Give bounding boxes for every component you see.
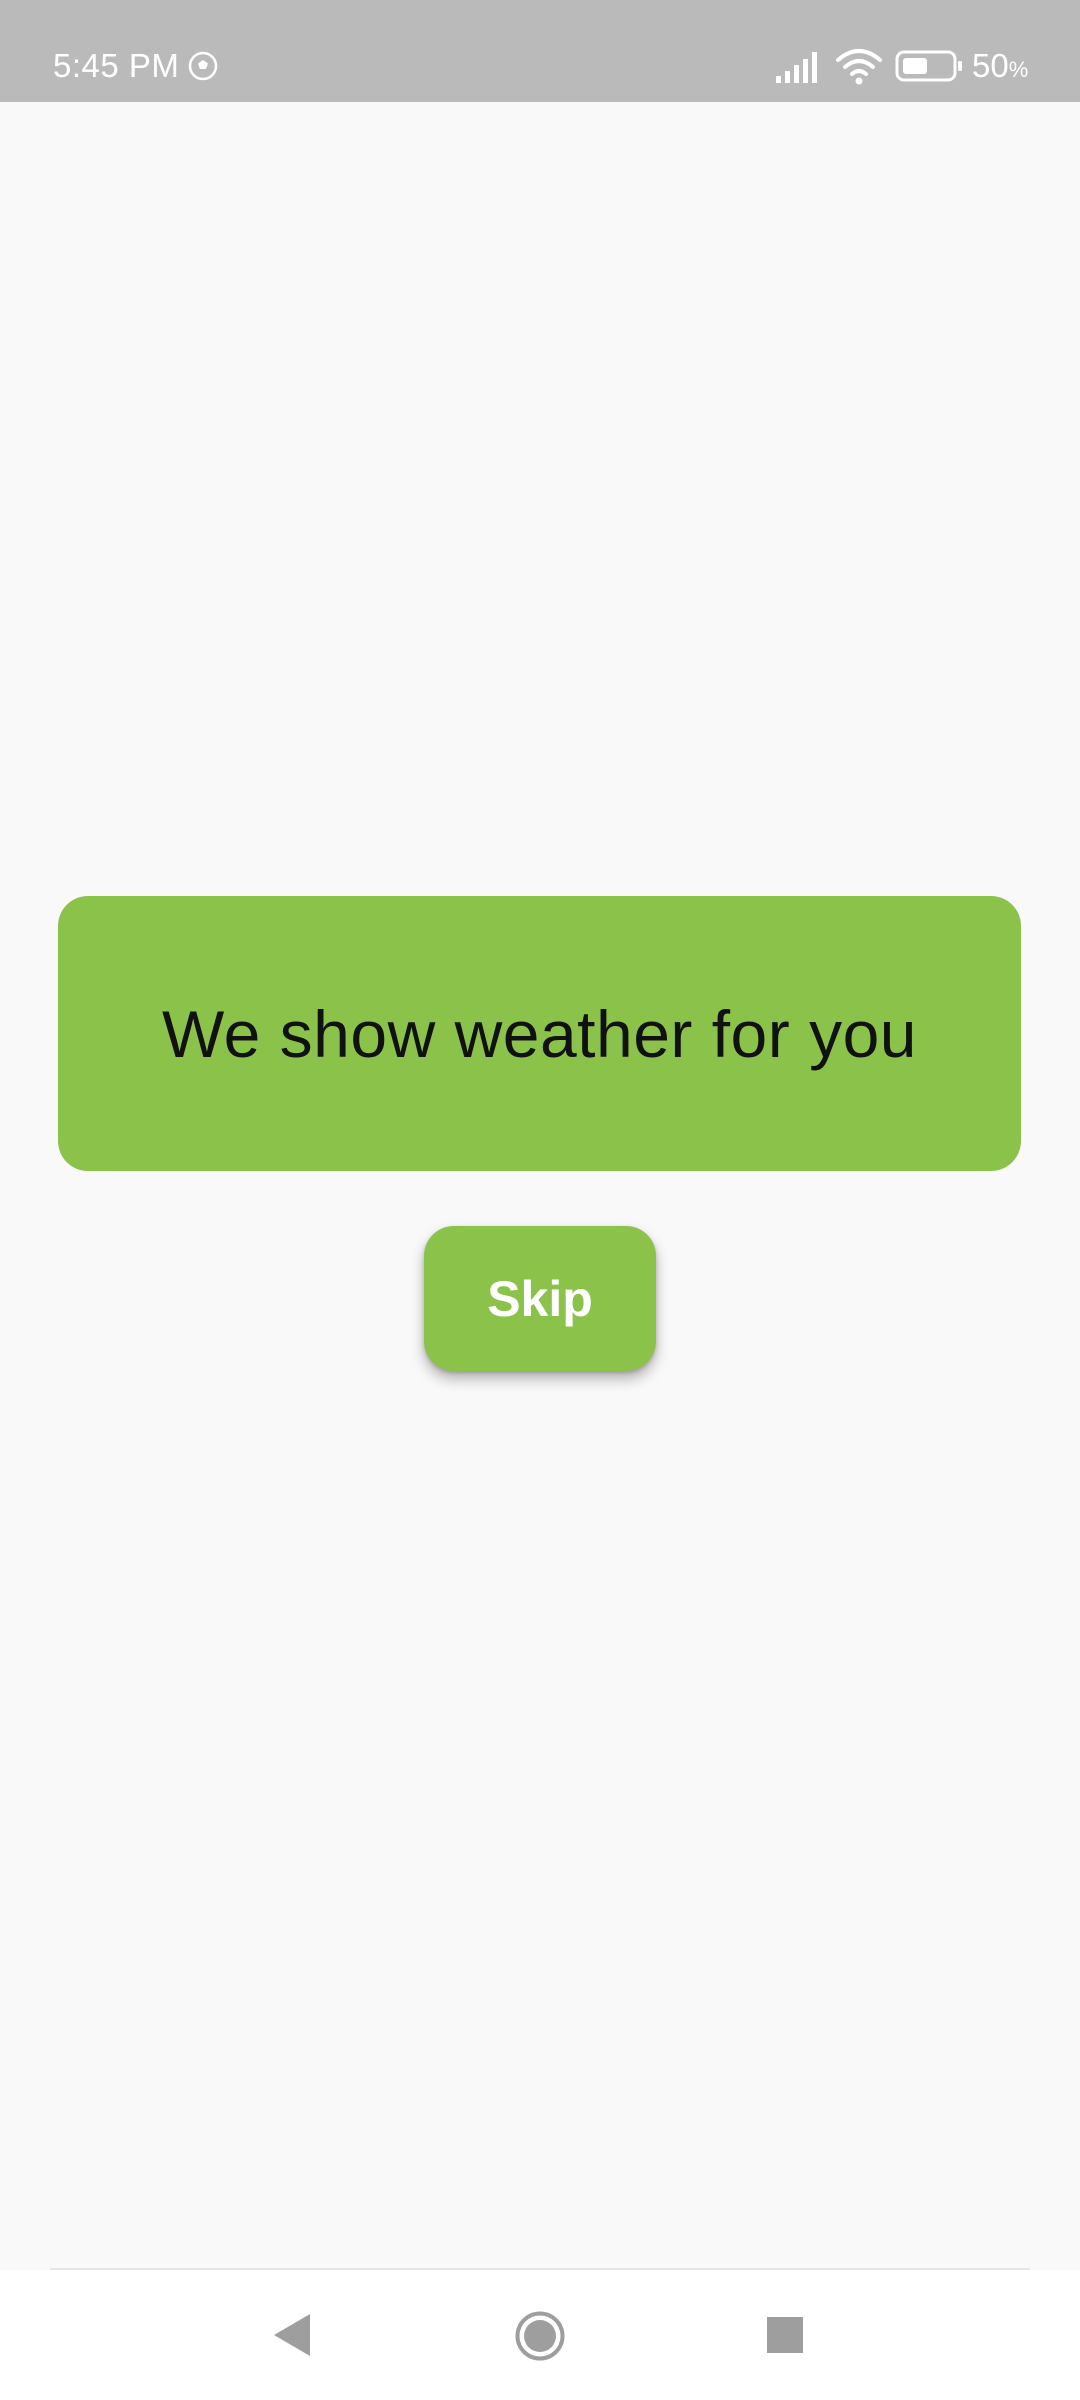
battery-level: 50 [972,47,1009,84]
status-bar: 5:45 PM 50% [0,0,1080,102]
main-content [0,102,1080,2268]
recents-icon[interactable] [767,2317,803,2353]
battery-icon [895,50,962,82]
status-time: 5:45 PM [53,47,180,84]
skip-button[interactable]: Skip [424,1226,656,1371]
battery-unit: % [1008,57,1029,82]
signal-icon [776,52,817,83]
soccer-ball-icon [188,51,218,81]
message-text: We show weather for you [162,996,917,1071]
back-icon[interactable] [270,2310,314,2360]
message-card: We show weather for you [58,896,1021,1171]
wifi-icon [836,49,882,85]
battery-percentage: 50% [972,46,1028,90]
navigation-bar [0,2270,1080,2400]
home-icon[interactable] [514,2310,566,2362]
